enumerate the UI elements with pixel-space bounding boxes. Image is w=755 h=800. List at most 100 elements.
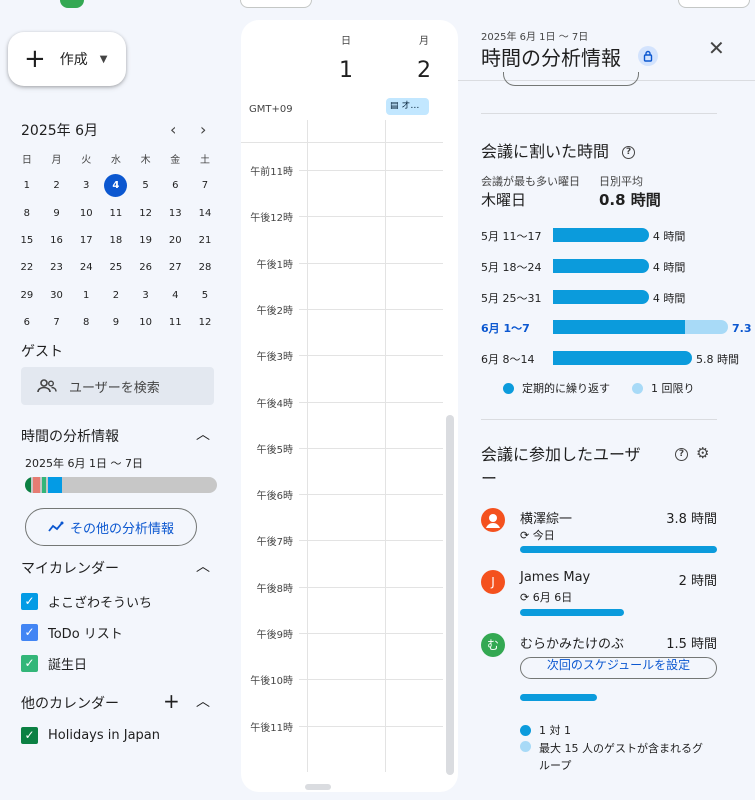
mini-calendar-day[interactable]: 7 [190, 180, 220, 191]
calendar-item-todo[interactable]: ✓ ToDo リスト [21, 623, 123, 642]
prev-month-icon[interactable]: ‹ [170, 120, 176, 139]
mini-calendar-day[interactable]: 12 [190, 317, 220, 328]
checkbox-checked-icon[interactable]: ✓ [21, 655, 38, 672]
mini-calendar-day[interactable]: 7 [42, 317, 72, 328]
mini-calendar-day[interactable]: 25 [101, 262, 131, 273]
mini-calendar-day[interactable]: 28 [190, 262, 220, 273]
hour-label: 午後5時 [256, 444, 293, 456]
person-row[interactable]: J James May 2 時間 ⟳ 6月 6日 [481, 570, 717, 620]
mini-calendar-day[interactable]: 8 [12, 208, 42, 219]
mini-calendar-day[interactable]: 23 [42, 262, 72, 273]
chart-category-label: 6月 8〜14 [481, 353, 535, 366]
create-button[interactable]: + 作成 ▼ [8, 32, 126, 86]
mini-calendar-day[interactable]: 11 [160, 317, 190, 328]
mini-calendar-day[interactable]: 4 [101, 174, 131, 198]
mini-calendar-day[interactable]: 16 [42, 235, 72, 246]
day-number: 3 [83, 180, 90, 192]
allday-event-chip[interactable]: ▤ オ… [386, 98, 429, 115]
mini-calendar-day[interactable]: 1 [71, 290, 101, 301]
hour-label: 午後2時 [256, 305, 293, 317]
mini-calendar-day[interactable]: 12 [131, 208, 161, 219]
schedule-next-button[interactable]: 次回のスケジュールを設定 [520, 657, 717, 679]
hour-gridline [299, 494, 443, 496]
day-view[interactable]: 日 1 月 2 GMT+09 ▤ オ… 午前11時 午後12時 午後1時 午後2時 午後… [241, 20, 458, 792]
close-icon[interactable]: ✕ [708, 36, 725, 60]
day-number: 4 [104, 174, 128, 198]
chart-bar-row[interactable]: 5月 18〜24 4 時間 [481, 257, 721, 275]
checkbox-checked-icon[interactable]: ✓ [21, 727, 38, 744]
weekday-label: 月 [51, 155, 62, 167]
person-time-bar [520, 694, 597, 701]
checkbox-checked-icon[interactable]: ✓ [21, 593, 38, 610]
mini-calendar-day[interactable]: 29 [12, 290, 42, 301]
mini-calendar-day[interactable]: 9 [42, 208, 72, 219]
calendar-item-yokozawa[interactable]: ✓ よこざわそういち [21, 592, 152, 611]
mini-calendar-day[interactable]: 11 [101, 208, 131, 219]
mini-calendar-day[interactable]: 2 [42, 180, 72, 191]
chart-bar-row[interactable]: 5月 25〜31 4 時間 [481, 288, 721, 306]
mini-calendar-day[interactable]: 26 [131, 262, 161, 273]
help-icon[interactable]: ? [675, 448, 688, 461]
time-insights-title[interactable]: 時間の分析情報 [21, 426, 119, 446]
mini-calendar-day[interactable]: 10 [131, 317, 161, 328]
lock-icon[interactable] [638, 46, 658, 66]
chevron-up-icon[interactable]: ︿ [196, 424, 210, 444]
mini-calendar-day[interactable]: 19 [131, 235, 161, 246]
mini-calendar-day[interactable]: 27 [160, 262, 190, 273]
vertical-scrollbar[interactable] [446, 415, 454, 775]
more-insights-button[interactable]: その他の分析情報 [25, 508, 197, 546]
plus-icon: + [24, 44, 46, 74]
calendar-item-birthdays[interactable]: ✓ 誕生日 [21, 654, 87, 673]
next-month-icon[interactable]: › [200, 120, 206, 139]
mini-calendar-day[interactable]: 3 [71, 180, 101, 191]
toolbar-stub-right[interactable] [678, 0, 750, 8]
mini-calendar-day[interactable]: 24 [71, 262, 101, 273]
mini-calendar-day[interactable]: 13 [160, 208, 190, 219]
checkbox-checked-icon[interactable]: ✓ [21, 624, 38, 641]
mini-calendar-day[interactable]: 15 [12, 235, 42, 246]
mini-calendar-day[interactable]: 8 [71, 317, 101, 328]
help-icon[interactable]: ? [622, 146, 636, 159]
mini-calendar-day[interactable]: 1 [12, 180, 42, 191]
mini-calendar-day[interactable]: 21 [190, 235, 220, 246]
timezone-label: GMT+09 [249, 104, 293, 115]
mini-calendar-day[interactable]: 6 [12, 317, 42, 328]
toolbar-stub-middle[interactable] [240, 0, 312, 8]
chart-value-label: 4 時間 [652, 230, 686, 243]
chevron-up-icon[interactable]: ︿ [196, 691, 210, 711]
person-settings-icon[interactable]: ⚙ [696, 444, 709, 462]
mini-calendar-day[interactable]: 18 [101, 235, 131, 246]
guest-search-input[interactable]: ユーザーを検索 [21, 367, 214, 405]
create-label: 作成 [59, 52, 88, 68]
scrolled-button-stub[interactable] [503, 72, 639, 86]
mini-calendar-day[interactable]: 5 [131, 180, 161, 191]
mini-calendar-day[interactable]: 2 [101, 290, 131, 301]
legend-dot [520, 741, 531, 752]
horizontal-scrollbar[interactable] [305, 784, 331, 790]
day-number[interactable]: 2 [417, 58, 431, 83]
mini-calendar-day[interactable]: 4 [160, 290, 190, 301]
time-usage-bar[interactable] [25, 477, 217, 493]
day-number[interactable]: 1 [339, 58, 353, 83]
mini-calendar-day[interactable]: 17 [71, 235, 101, 246]
my-calendars-title[interactable]: マイカレンダー [21, 558, 119, 578]
hour-label: 午後8時 [256, 583, 293, 595]
mini-calendar-day[interactable]: 10 [71, 208, 101, 219]
mini-calendar-day[interactable]: 22 [12, 262, 42, 273]
chart-bar-row[interactable]: 6月 1〜7 7.3 時間 [481, 318, 755, 336]
mini-calendar-day[interactable]: 14 [190, 208, 220, 219]
mini-calendar-grid: 日月火水木金土 1 2 3 4 5 6 7 8 9 10 11 12 13 14 15 16 17 18 19 20 2… [12, 145, 220, 336]
mini-calendar-day[interactable]: 3 [131, 290, 161, 301]
calendar-item-holidays[interactable]: ✓ Holidays in Japan [21, 727, 160, 744]
chart-bar-row[interactable]: 5月 11〜17 4 時間 [481, 226, 721, 244]
chart-bar-row[interactable]: 6月 8〜14 5.8 時間 [481, 349, 739, 367]
person-row[interactable]: 横澤綜一 3.8 時間 ⟳ 今日 [481, 508, 717, 558]
mini-calendar-day[interactable]: 5 [190, 290, 220, 301]
mini-calendar-day[interactable]: 30 [42, 290, 72, 301]
chevron-up-icon[interactable]: ︿ [196, 556, 210, 576]
other-calendars-title[interactable]: 他のカレンダー [21, 693, 119, 713]
mini-calendar-day[interactable]: 20 [160, 235, 190, 246]
mini-calendar-day[interactable]: 6 [160, 180, 190, 191]
add-calendar-icon[interactable]: + [163, 689, 180, 713]
mini-calendar-day[interactable]: 9 [101, 317, 131, 328]
